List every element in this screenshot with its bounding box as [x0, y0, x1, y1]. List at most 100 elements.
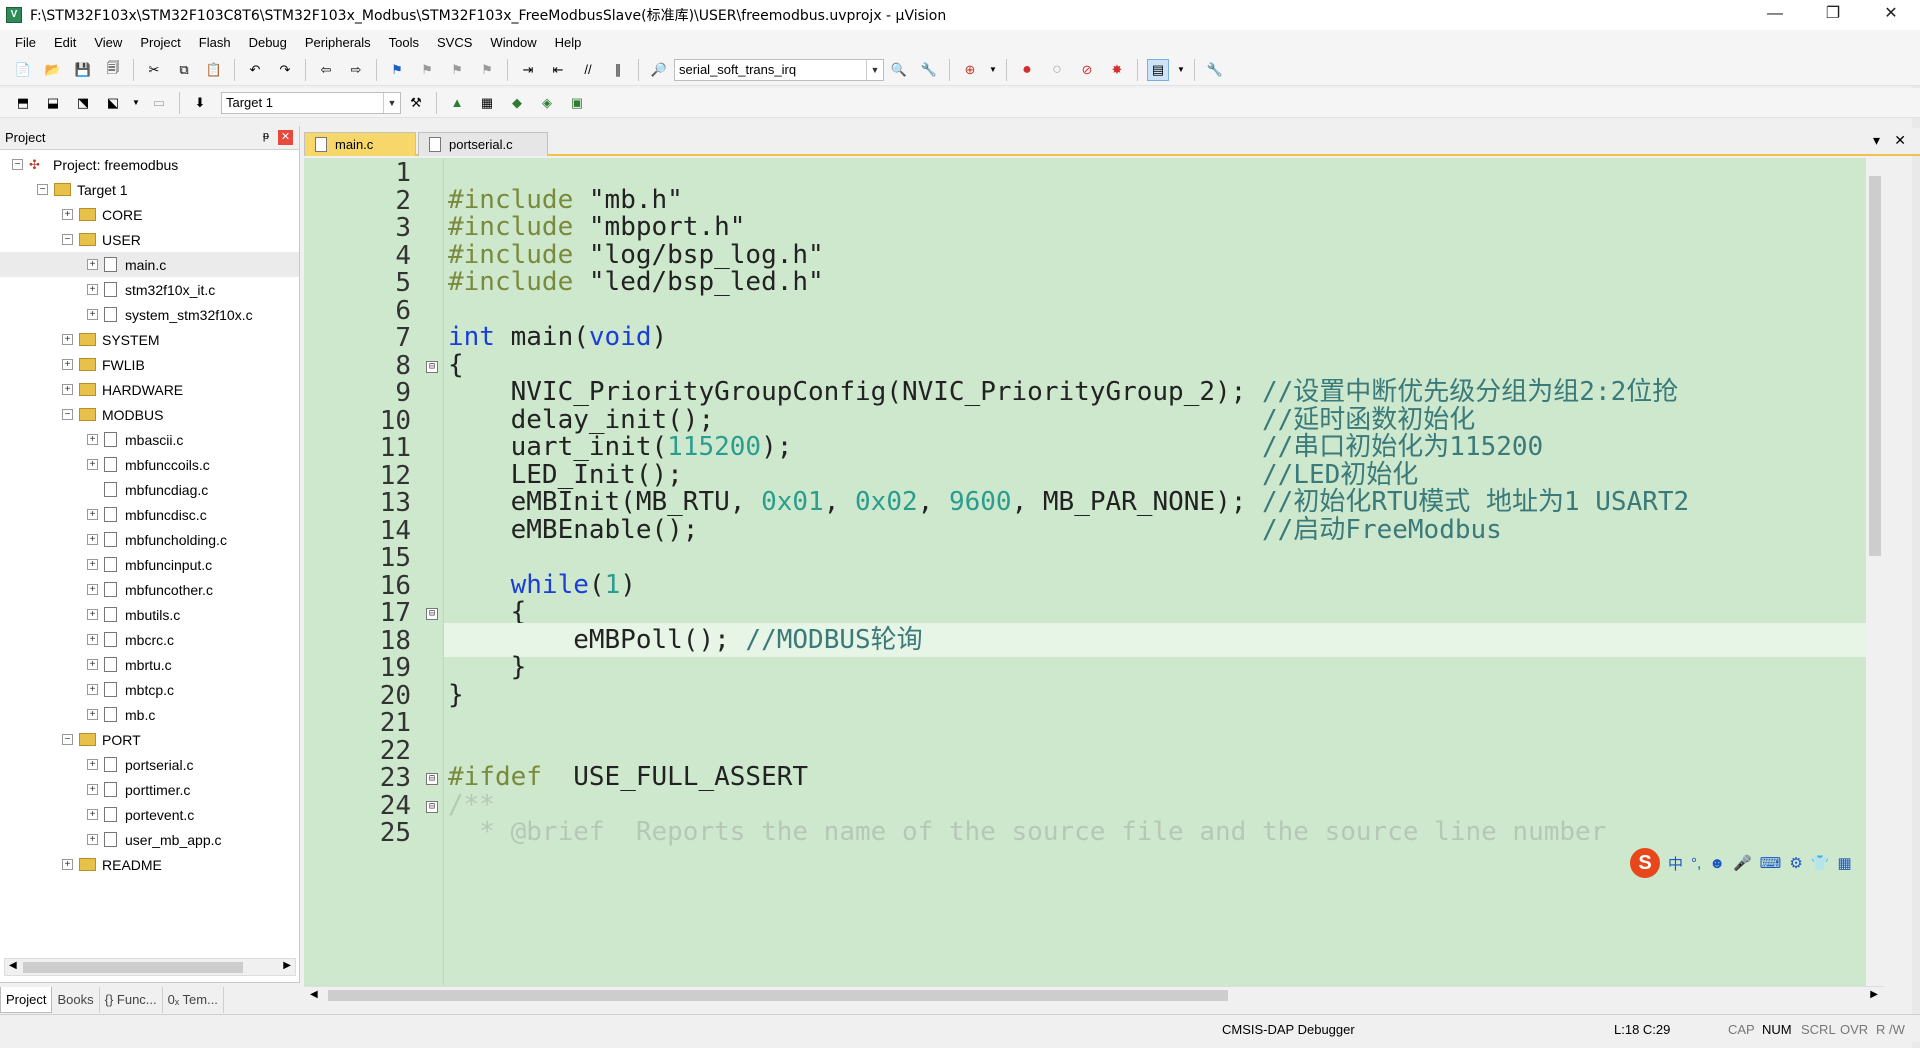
close-icon[interactable]: ✕ [278, 130, 293, 145]
chevron-down-icon[interactable]: ▼ [866, 59, 883, 80]
menu-svcs[interactable]: SVCS [428, 35, 481, 50]
tab-books[interactable]: Books [52, 986, 100, 1013]
software-packs-icon[interactable]: ▣ [566, 92, 588, 114]
incremental-find-icon[interactable]: 🔧 [918, 59, 940, 81]
target-options-icon[interactable]: ⚒ [405, 92, 427, 114]
expand-icon[interactable]: + [87, 809, 98, 820]
expand-icon[interactable]: + [87, 609, 98, 620]
scroll-left-icon[interactable]: ◀ [9, 960, 17, 971]
tree-node[interactable]: − ✣ Project: freemodbus [0, 152, 299, 177]
insert-breakpoint-icon[interactable]: ● [1016, 59, 1038, 81]
expand-icon[interactable]: + [87, 534, 98, 545]
ime-skin-icon[interactable]: 👕 [1811, 854, 1830, 872]
expand-icon[interactable]: + [87, 659, 98, 670]
editor-horizontal-scrollbar[interactable]: ◀ ▶ [304, 986, 1884, 1004]
menu-window[interactable]: Window [481, 35, 545, 50]
ime-settings-icon[interactable]: ⚙ [1789, 854, 1802, 872]
expand-icon[interactable]: + [87, 784, 98, 795]
undo-icon[interactable]: ↶ [244, 59, 266, 81]
tree-node[interactable]: + mbascii.c [0, 427, 299, 452]
menu-project[interactable]: Project [131, 35, 189, 50]
tree-node[interactable]: + README [0, 852, 299, 877]
collapse-icon[interactable]: − [62, 409, 73, 420]
rebuild-icon[interactable]: ⬔ [72, 92, 94, 114]
tab-portserial-c[interactable]: portserial.c [418, 132, 548, 156]
tree-node[interactable]: + mbfuncother.c [0, 577, 299, 602]
download-icon[interactable]: ⬇ [189, 92, 211, 114]
chevron-down-icon[interactable]: ▼ [132, 92, 140, 114]
scroll-left-icon[interactable]: ◀ [310, 989, 318, 1000]
tree-node[interactable]: + mb.c [0, 702, 299, 727]
maximize-button[interactable]: ❐ [1804, 0, 1862, 30]
manage-project-items-icon[interactable]: ▲ [446, 92, 468, 114]
expand-icon[interactable]: + [87, 459, 98, 470]
expand-icon[interactable]: + [62, 334, 73, 345]
tree-node[interactable]: + mbcrc.c [0, 627, 299, 652]
tree-node[interactable]: + main.c [0, 252, 299, 277]
scroll-right-icon[interactable]: ▶ [283, 960, 291, 971]
tree-node[interactable]: + mbrtu.c [0, 652, 299, 677]
collapse-icon[interactable]: − [62, 734, 73, 745]
new-file-icon[interactable]: 📄 [12, 59, 34, 81]
scrollbar-thumb[interactable] [23, 962, 243, 973]
expand-icon[interactable]: + [87, 709, 98, 720]
save-all-icon[interactable]: 🗐 [102, 59, 124, 81]
collapse-icon[interactable]: − [62, 234, 73, 245]
navigate-back-icon[interactable]: ⇦ [315, 59, 337, 81]
tree-node[interactable]: − PORT [0, 727, 299, 752]
tree-node[interactable]: + portevent.c [0, 802, 299, 827]
pin-icon[interactable]: ᵽ [263, 130, 269, 142]
bookmark-next-icon[interactable]: ⚑ [446, 59, 468, 81]
expand-icon[interactable]: + [87, 684, 98, 695]
bookmark-toggle-icon[interactable]: ⚑ [386, 59, 408, 81]
menu-help[interactable]: Help [546, 35, 591, 50]
tree-node[interactable]: + stm32f10x_it.c [0, 277, 299, 302]
save-icon[interactable]: 💾 [72, 59, 94, 81]
code-line[interactable]: * @brief Reports the name of the source … [444, 815, 1884, 849]
scrollbar-thumb[interactable] [1869, 176, 1881, 556]
find-icon[interactable]: 🔍 [888, 59, 910, 81]
collapse-icon[interactable]: − [12, 159, 23, 170]
ime-microphone-icon[interactable]: 🎤 [1733, 854, 1752, 872]
tree-node[interactable]: + mbfuncinput.c [0, 552, 299, 577]
menu-file[interactable]: File [6, 35, 45, 50]
uncomment-icon[interactable]: ∥ [607, 59, 629, 81]
tab-project[interactable]: Project [0, 986, 53, 1013]
tree-node[interactable]: mbfuncdiag.c [0, 477, 299, 502]
tree-node[interactable]: + HARDWARE [0, 377, 299, 402]
editor-vertical-scrollbar[interactable] [1866, 158, 1884, 986]
fold-toggle-icon[interactable]: ⊟ [426, 773, 438, 785]
paste-icon[interactable]: 📋 [203, 59, 225, 81]
scrollbar-thumb[interactable] [328, 990, 1228, 1001]
batch-build-icon[interactable]: ⬕ [102, 92, 124, 114]
tab-functions[interactable]: {} Func... [100, 986, 163, 1013]
expand-icon[interactable]: + [87, 834, 98, 845]
chevron-down-icon[interactable]: ▼ [1177, 59, 1185, 81]
build-icon[interactable]: ⬓ [42, 92, 64, 114]
open-file-icon[interactable]: 📂 [42, 59, 64, 81]
target-select[interactable]: Target 1 ▼ [221, 91, 401, 114]
pack-installer-icon[interactable]: ◈ [536, 92, 558, 114]
enable-breakpoint-icon[interactable]: ○ [1046, 59, 1068, 81]
expand-icon[interactable]: + [87, 434, 98, 445]
minimize-button[interactable]: — [1746, 0, 1804, 30]
tree-node[interactable]: − Target 1 [0, 177, 299, 202]
tree-node[interactable]: + mbutils.c [0, 602, 299, 627]
manage-runtime-icon[interactable]: ▦ [476, 92, 498, 114]
chevron-down-icon[interactable]: ▼ [383, 92, 400, 113]
ime-chinese-mode[interactable]: 中 [1668, 853, 1683, 874]
find-in-files-icon[interactable]: 🔎 [648, 59, 670, 81]
expand-icon[interactable]: + [62, 859, 73, 870]
copy-icon[interactable]: ⧉ [173, 59, 195, 81]
scroll-right-icon[interactable]: ▶ [1870, 989, 1878, 1000]
find-combo[interactable]: serial_soft_trans_irq ▼ [674, 58, 884, 81]
expand-icon[interactable]: + [87, 559, 98, 570]
debug-session-icon[interactable]: ⊕ [959, 59, 981, 81]
indent-icon[interactable]: ⇥ [517, 59, 539, 81]
ime-punctuation-icon[interactable]: °, [1691, 855, 1701, 872]
tree-node[interactable]: + system_stm32f10x.c [0, 302, 299, 327]
disable-breakpoints-icon[interactable]: ⊘ [1076, 59, 1098, 81]
bookmark-prev-icon[interactable]: ⚑ [416, 59, 438, 81]
expand-icon[interactable]: + [87, 259, 98, 270]
configure-icon[interactable]: 🔧 [1204, 59, 1226, 81]
